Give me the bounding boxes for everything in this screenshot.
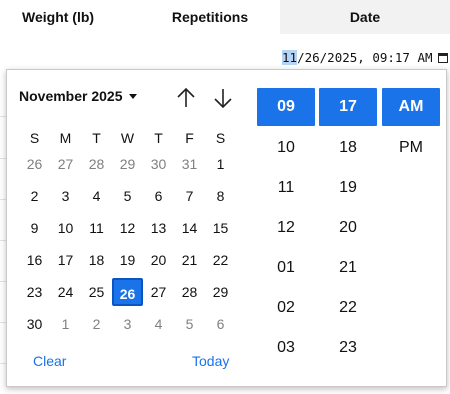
hour-option[interactable]: 02 — [257, 288, 315, 328]
minute-option[interactable]: 23 — [319, 328, 377, 368]
minute-option[interactable]: 19 — [319, 168, 377, 208]
today-button[interactable]: Today — [192, 353, 229, 369]
day-cell[interactable]: 19 — [112, 246, 143, 274]
day-cell[interactable]: 30 — [19, 310, 50, 338]
arrow-down-icon — [214, 89, 232, 109]
day-cell[interactable]: 12 — [112, 214, 143, 242]
hour-option[interactable]: 12 — [257, 208, 315, 248]
day-cell[interactable]: 6 — [143, 182, 174, 210]
day-cell[interactable]: 4 — [143, 310, 174, 338]
day-cell[interactable]: 28 — [174, 278, 205, 306]
day-cell[interactable]: 4 — [81, 182, 112, 210]
month-segment[interactable]: 11 — [282, 49, 298, 65]
date-time-rest[interactable]: /26/2025, 09:17 AM — [297, 50, 432, 65]
minute-column[interactable]: 17 18 19 20 21 22 23 — [319, 88, 377, 368]
day-cell-selected[interactable]: 26 — [112, 278, 143, 306]
weekday-label: T — [92, 130, 101, 146]
day-cell[interactable]: 23 — [19, 278, 50, 306]
caret-down-icon — [128, 93, 137, 99]
hour-option-selected[interactable]: 09 — [257, 88, 315, 126]
calendar-weeks: 26 27 28 29 30 31 1 2 3 4 5 6 7 8 9 10 11 12 13 14 15 16 17 18 1… — [19, 148, 239, 340]
calendar-week: 2345678 — [19, 180, 239, 212]
weekday-label: S — [215, 130, 226, 146]
day-cell[interactable]: 5 — [174, 310, 205, 338]
arrow-up-icon — [177, 87, 195, 107]
day-cell[interactable]: 11 — [81, 214, 112, 242]
day-cell[interactable]: 29 — [205, 278, 236, 306]
table-header: Weight (lb) Repetitions Date — [0, 0, 450, 34]
day-cell[interactable]: 9 — [19, 214, 50, 242]
previous-month-button[interactable] — [175, 86, 197, 110]
day-cell[interactable]: 10 — [50, 214, 81, 242]
header-weight[interactable]: Weight (lb) — [0, 0, 140, 34]
minute-option-selected[interactable]: 17 — [319, 88, 377, 126]
day-cell[interactable]: 31 — [174, 150, 205, 178]
day-cell[interactable]: 1 — [50, 310, 81, 338]
day-cell[interactable]: 28 — [81, 150, 112, 178]
calendar-grid: SMTWTFS 26 27 28 29 30 31 1 2 3 4 5 6 7 8 9 10 11 12 13 14 1… — [19, 128, 239, 340]
day-cell[interactable]: 1 — [205, 150, 236, 178]
day-cell[interactable]: 27 — [50, 150, 81, 178]
day-cell[interactable]: 14 — [174, 214, 205, 242]
day-cell[interactable]: 15 — [205, 214, 236, 242]
month-year-label: November 2025 — [19, 88, 123, 104]
calendar-week: 26 27 28 29 30 31 1 — [19, 148, 239, 180]
day-cell[interactable]: 2 — [19, 182, 50, 210]
hour-option[interactable]: 10 — [257, 128, 315, 168]
calendar-week: 16 17 18 19 20 21 22 — [19, 244, 239, 276]
weekday-label: F — [185, 130, 194, 146]
day-cell[interactable]: 5 — [112, 182, 143, 210]
day-cell[interactable]: 22 — [205, 246, 236, 274]
calendar-week: 30 1 2 3 4 5 6 — [19, 308, 239, 340]
clear-button[interactable]: Clear — [33, 353, 66, 369]
header-date[interactable]: Date — [280, 0, 450, 34]
minute-option[interactable]: 22 — [319, 288, 377, 328]
header-repetitions[interactable]: Repetitions — [140, 0, 280, 34]
ampm-option-selected[interactable]: AM — [382, 88, 440, 126]
weekday-label: M — [59, 130, 72, 146]
day-cell[interactable]: 3 — [112, 310, 143, 338]
day-cell[interactable]: 25 — [81, 278, 112, 306]
calendar-icon[interactable] — [437, 52, 448, 63]
month-year-select[interactable]: November 2025 — [19, 88, 137, 104]
calendar-week: 9 10 11 12 13 14 15 — [19, 212, 239, 244]
day-cell[interactable]: 21 — [174, 246, 205, 274]
minute-option[interactable]: 18 — [319, 128, 377, 168]
hour-option[interactable]: 01 — [257, 248, 315, 288]
weekday-label: S — [29, 130, 40, 146]
day-cell[interactable]: 26 — [19, 150, 50, 178]
date-picker-popup: November 2025 SMTWTFS 26 27 28 29 30 31 1 2 3 4 5 6… — [6, 69, 447, 387]
day-cell[interactable]: 24 — [50, 278, 81, 306]
day-cell[interactable]: 7 — [174, 182, 205, 210]
day-cell[interactable]: 8 — [205, 182, 236, 210]
weekday-label: W — [120, 130, 135, 146]
ampm-option[interactable]: PM — [382, 128, 440, 168]
hour-option[interactable]: 11 — [257, 168, 315, 208]
day-cell[interactable]: 16 — [19, 246, 50, 274]
day-cell[interactable]: 13 — [143, 214, 174, 242]
weekday-label: T — [154, 130, 163, 146]
day-cell[interactable]: 6 — [205, 310, 236, 338]
calendar-week: 23 24 25 26 27 28 29 — [19, 276, 239, 308]
date-time-input[interactable]: 11/26/2025, 09:17 AM — [282, 47, 448, 67]
weekday-header: SMTWTFS — [19, 128, 239, 148]
day-cell[interactable]: 27 — [143, 278, 174, 306]
hour-column[interactable]: 09 10 11 12 01 02 03 — [257, 88, 315, 368]
page: Weight (lb) Repetitions Date 11/26/2025,… — [0, 0, 450, 394]
day-cell[interactable]: 20 — [143, 246, 174, 274]
day-cell[interactable]: 18 — [81, 246, 112, 274]
day-cell[interactable]: 29 — [112, 150, 143, 178]
next-month-button[interactable] — [212, 86, 234, 110]
day-cell[interactable]: 30 — [143, 150, 174, 178]
minute-option[interactable]: 21 — [319, 248, 377, 288]
minute-option[interactable]: 20 — [319, 208, 377, 248]
day-cell[interactable]: 2 — [81, 310, 112, 338]
hour-option[interactable]: 03 — [257, 328, 315, 368]
day-cell[interactable]: 3 — [50, 182, 81, 210]
day-cell[interactable]: 17 — [50, 246, 81, 274]
ampm-column[interactable]: AM PM — [382, 88, 440, 168]
